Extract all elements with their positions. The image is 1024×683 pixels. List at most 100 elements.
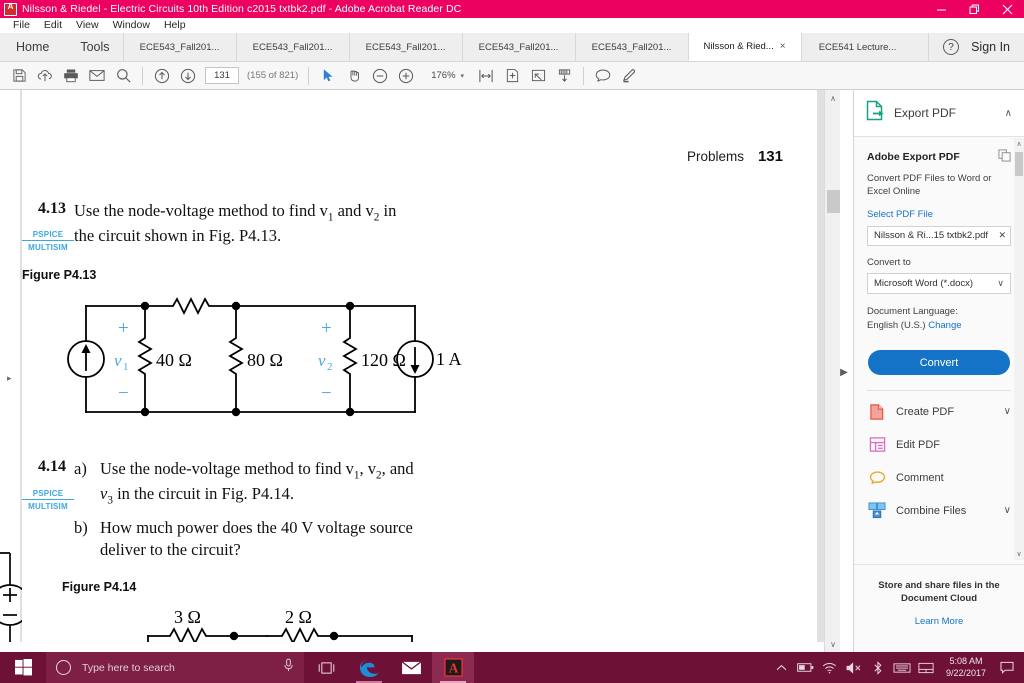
part-a-label: a) — [74, 459, 87, 478]
search-box[interactable]: Type here to search — [46, 652, 304, 683]
upload-cloud-icon[interactable] — [34, 65, 56, 87]
toolbar-separator-2 — [308, 66, 310, 85]
fit-width-icon[interactable] — [475, 65, 497, 87]
fit-page-icon[interactable] — [501, 65, 523, 87]
tool-create-pdf[interactable]: Create PDF ∨ — [854, 395, 1024, 428]
part-a-line-2: v3 in the circuit in Fig. P4.14. — [100, 483, 414, 508]
right-panel-toggle-icon[interactable]: ▶ — [838, 366, 850, 380]
change-language-link[interactable]: Change — [928, 320, 961, 331]
vertical-scrollbar-thumb[interactable] — [827, 190, 840, 213]
clear-file-icon[interactable]: ✕ — [998, 230, 1006, 241]
menu-file[interactable]: File — [6, 18, 37, 33]
keyboard-icon[interactable] — [890, 652, 914, 683]
tool-combine-files[interactable]: Combine Files ∨ — [854, 494, 1024, 527]
learn-more-link[interactable]: Learn More — [854, 616, 1024, 627]
page-number-label: 131 — [757, 148, 783, 165]
copy-icon[interactable] — [998, 149, 1011, 165]
help-icon[interactable]: ? — [943, 39, 960, 55]
search-icon[interactable] — [112, 65, 134, 87]
tab-tools[interactable]: Tools — [67, 33, 123, 61]
taskbar-app-acrobat[interactable]: A — [432, 652, 474, 683]
task-view-icon[interactable] — [304, 652, 348, 683]
panel-scrollbar[interactable]: ∧ ∨ — [1014, 138, 1024, 560]
wifi-icon[interactable] — [818, 652, 842, 683]
windows-start-icon[interactable] — [0, 652, 46, 683]
taskbar-app-mail[interactable] — [390, 652, 432, 683]
panel-scrollbar-thumb[interactable] — [1015, 152, 1023, 176]
svg-text:120 Ω: 120 Ω — [361, 350, 406, 370]
chevron-down-icon[interactable]: ∨ — [1004, 505, 1011, 516]
export-pdf-panel-header[interactable]: Export PDF ∧ — [854, 90, 1024, 137]
clock-time: 5:08 AM — [949, 655, 983, 666]
tab-document-4[interactable]: ECE543_Fall201... — [461, 33, 575, 61]
tab-close-icon[interactable]: × — [780, 41, 786, 52]
next-page-icon[interactable] — [177, 65, 199, 87]
page-number-input[interactable]: 131 — [205, 67, 239, 84]
document-language: Document Language: English (U.S.) Change — [867, 305, 1011, 334]
tool-edit-pdf[interactable]: Edit PDF — [854, 428, 1024, 461]
document-language-label: Document Language: — [867, 305, 958, 317]
scroll-down-arrow-icon[interactable]: ∨ — [825, 636, 841, 652]
svg-text:1 A: 1 A — [436, 349, 462, 369]
email-icon[interactable] — [86, 65, 108, 87]
menu-view[interactable]: View — [69, 18, 106, 33]
previous-page-icon[interactable] — [151, 65, 173, 87]
tab-document-5[interactable]: ECE543_Fall201... — [574, 33, 688, 61]
part-b-label: b) — [74, 518, 88, 538]
scroll-up-arrow-icon[interactable]: ∧ — [825, 90, 841, 106]
menu-help[interactable]: Help — [157, 18, 193, 33]
volume-muted-icon[interactable] — [842, 652, 866, 683]
cortana-circle-icon — [56, 660, 71, 675]
pdf-icon — [4, 2, 17, 16]
document-language-value: English (U.S.) — [867, 320, 926, 332]
menu-edit[interactable]: Edit — [37, 18, 69, 33]
print-icon[interactable] — [60, 65, 82, 87]
minimize-icon[interactable] — [925, 0, 958, 18]
select-tool-icon[interactable] — [317, 65, 339, 87]
convert-button[interactable]: Convert — [868, 350, 1010, 376]
document-viewport[interactable]: eloped by the 24 V voltage power develop… — [0, 90, 824, 642]
tab-home[interactable]: Home — [0, 33, 68, 61]
taskbar-clock[interactable]: 5:08 AM 9/22/2017 — [938, 656, 994, 680]
show-hidden-icons-chevron[interactable] — [770, 652, 794, 683]
scroll-down-icon[interactable] — [553, 65, 575, 87]
highlight-icon[interactable] — [618, 65, 640, 87]
taskbar-app-edge[interactable] — [348, 652, 390, 683]
microphone-icon[interactable] — [283, 658, 294, 678]
tab-document-7[interactable]: ECE541 Lecture... — [800, 33, 914, 61]
zoom-in-icon[interactable] — [395, 65, 417, 87]
tab-document-3[interactable]: ECE543_Fall201... — [348, 33, 462, 61]
problem-4-13-tags: PSPICE MULTISIM — [22, 230, 74, 252]
svg-text:+: + — [321, 318, 332, 339]
tab-document-1[interactable]: ECE543_Fall201... — [122, 33, 236, 61]
problem-line1-a: Use the node-voltage method to find v — [74, 201, 328, 220]
left-panel-toggle-icon[interactable]: ▸ — [7, 372, 17, 384]
zoom-level-select[interactable]: 176% ▾ — [425, 66, 472, 85]
format-select[interactable]: Microsoft Word (*.docx) ∨ — [867, 272, 1011, 294]
selected-file-field[interactable]: Nilsson & Ri...15 txtbk2.pdf ✕ — [867, 225, 1011, 246]
bluetooth-icon[interactable] — [866, 652, 890, 683]
panel-scroll-up-icon[interactable]: ∧ — [1014, 138, 1024, 150]
save-icon[interactable] — [8, 65, 30, 87]
sign-in-button[interactable]: Sign In — [971, 40, 1010, 54]
problem-4-14-part-a: a) Use the node-voltage method to find v… — [74, 458, 414, 508]
select-pdf-file-link[interactable]: Select PDF File — [867, 209, 1011, 220]
comment-icon[interactable] — [592, 65, 614, 87]
tab-document-nilsson-active[interactable]: Nilsson & Ried... × — [687, 33, 801, 61]
touchpad-icon[interactable] — [914, 652, 938, 683]
action-center-icon[interactable] — [994, 652, 1020, 683]
close-icon[interactable] — [991, 0, 1024, 18]
restore-icon[interactable] — [958, 0, 991, 18]
chevron-down-icon[interactable]: ∨ — [1004, 406, 1011, 417]
chevron-up-icon[interactable]: ∧ — [1005, 108, 1012, 119]
toolbar: 131 (155 of 821) 176% ▾ — [0, 62, 1024, 90]
menu-window[interactable]: Window — [106, 18, 157, 33]
battery-icon[interactable] — [794, 652, 818, 683]
zoom-out-icon[interactable] — [369, 65, 391, 87]
hand-tool-icon[interactable] — [343, 65, 365, 87]
tool-comment[interactable]: Comment — [854, 461, 1024, 494]
tab-document-2[interactable]: ECE543_Fall201... — [235, 33, 349, 61]
panel-scroll-down-icon[interactable]: ∨ — [1014, 548, 1024, 560]
figure-caption-p414: Figure P4.14 — [62, 580, 137, 594]
zoom-to-selection-icon[interactable] — [527, 65, 549, 87]
